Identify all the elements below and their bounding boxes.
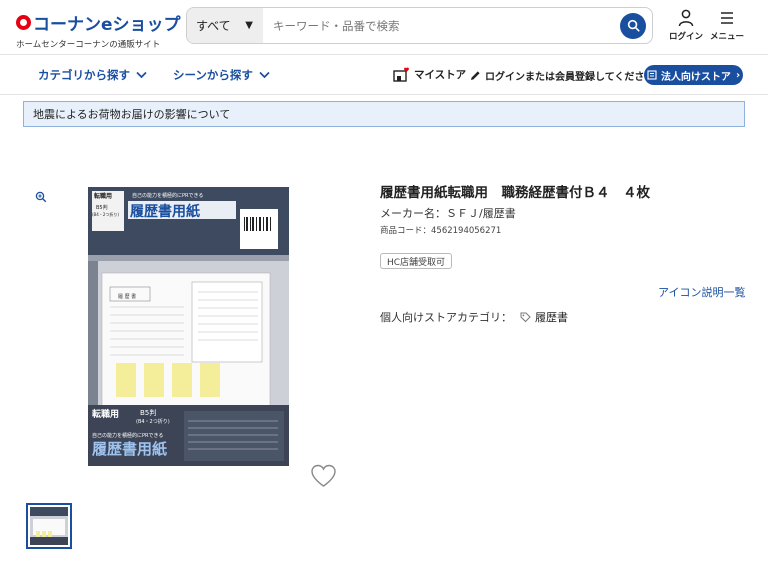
search-category-value: すべて [196, 19, 231, 33]
nav-category-dropdown[interactable]: カテゴリから探す [38, 67, 147, 83]
package-bottom-tagline: 自己の能力を積極的にPRできる [92, 432, 163, 439]
product-maker[interactable]: メーカー名：ＳＦＪ/履歴書 [380, 205, 516, 221]
mystore-link[interactable]: マイストア [393, 67, 466, 82]
login-register-link[interactable]: ログインまたは会員登録してください [470, 68, 654, 83]
building-icon [647, 70, 657, 80]
zoom-in-icon [35, 191, 47, 203]
store-category-value: 履歴書 [535, 311, 568, 324]
business-store-button[interactable]: 法人向けストア › [644, 65, 743, 85]
chevron-right-icon: › [735, 69, 741, 81]
package-bottom-size-sub: (B4・2つ折り) [136, 418, 170, 425]
logo-subtitle: ホームセンターコーナンの通販サイト [16, 40, 161, 50]
store-heart-icon [393, 67, 409, 82]
pencil-icon [471, 71, 480, 80]
nav-category-label: カテゴリから探す [38, 68, 130, 82]
store-category-label: 個人向けストアカテゴリ： [380, 311, 512, 324]
package-bottom-size: B5判 [140, 408, 156, 417]
site-header: コーナンeショップ ホームセンターコーナンの通販サイト すべて ▼ ログイン メ… [0, 0, 768, 55]
nav-scene-label: シーンから探す [173, 68, 253, 82]
menu-label: メニュー [710, 32, 745, 42]
favorite-button[interactable] [310, 464, 337, 492]
package-bottom-kind: 転職用 [92, 408, 119, 420]
heart-icon [311, 464, 336, 487]
tag-icon [520, 312, 531, 322]
product-package-illustration: 転職用 B5判 (B4・2つ折り) 自己の能力を積極的にPRできる 履歴書用紙 … [88, 187, 289, 466]
site-logo[interactable]: コーナンeショップ ホームセンターコーナンの通販サイト [16, 10, 181, 50]
search-input[interactable] [263, 8, 620, 43]
hc-store-pickup-badge: HC店舗受取可 [380, 253, 453, 269]
search-button[interactable] [620, 12, 646, 39]
login-label: ログイン [669, 32, 704, 42]
zoom-button[interactable] [35, 188, 47, 207]
store-category: 個人向けストアカテゴリ： 履歴書 [380, 309, 568, 325]
package-tagline: 自己の能力を積極的にPRできる [132, 192, 203, 199]
package-name: 履歴書用紙 [130, 203, 200, 220]
product-title: 履歴書用紙転職用 職務経歴書付Ｂ４ ４枚 [380, 185, 650, 201]
package-top-size-sub: (B4・2つ折り) [92, 211, 119, 217]
chevron-down-icon [259, 71, 270, 79]
mystore-label: マイストア [414, 69, 467, 81]
logo-text: コーナンeショップ [33, 15, 181, 35]
notice-banner[interactable]: 地震によるお荷物お届けの影響について [23, 101, 745, 127]
package-top-size: B5判 [96, 204, 108, 211]
thumbnail-image [30, 507, 68, 545]
product-thumbnail[interactable] [26, 503, 72, 549]
search-icon [627, 19, 640, 32]
business-store-label: 法人向けストア [660, 71, 731, 83]
menu-button[interactable]: メニュー [710, 9, 744, 42]
product-code: 商品コード：4562194056271 [380, 226, 502, 236]
notice-text: 地震によるお荷物お届けの影響について [33, 108, 231, 121]
search-category-select[interactable]: すべて ▼ [187, 8, 263, 43]
logo-mark-icon [16, 15, 31, 30]
icon-description-link[interactable]: アイコン説明一覧 [658, 284, 745, 300]
package-bottom-name: 履歴書用紙 [91, 440, 167, 458]
chevron-down-icon [136, 71, 147, 79]
user-icon [678, 9, 694, 27]
login-button[interactable]: ログイン [669, 9, 703, 42]
nav-scene-dropdown[interactable]: シーンから探す [173, 67, 270, 83]
login-register-label: ログインまたは会員登録してください [485, 72, 655, 83]
caret-down-icon: ▼ [245, 20, 253, 31]
search-bar: すべて ▼ [186, 7, 653, 44]
store-category-link[interactable]: 履歴書 [520, 309, 568, 325]
package-sheet-title: 履 歴 書 [118, 293, 136, 300]
global-nav: カテゴリから探す シーンから探す マイストア ログインまたは会員登録してください… [0, 55, 768, 95]
package-top-kind: 転職用 [94, 192, 112, 200]
hamburger-icon [721, 12, 733, 24]
product-main-image[interactable]: 転職用 B5判 (B4・2つ折り) 自己の能力を積極的にPRできる 履歴書用紙 … [88, 187, 289, 466]
